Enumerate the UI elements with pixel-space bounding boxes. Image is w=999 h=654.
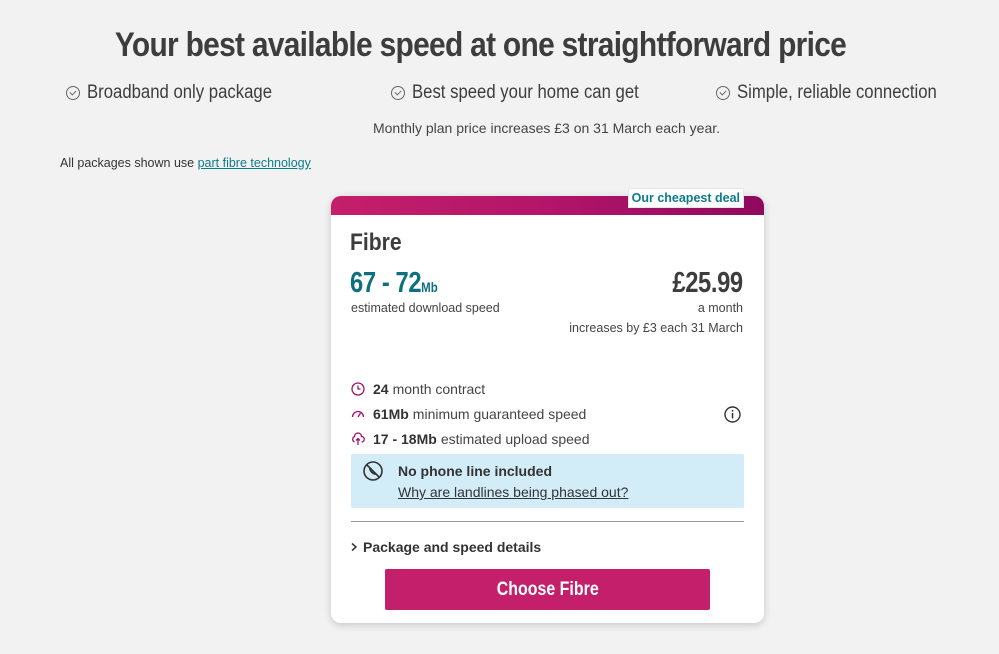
no-phone-icon bbox=[363, 461, 383, 481]
speed-unit: Mb bbox=[421, 279, 438, 295]
check-circle-icon bbox=[716, 86, 730, 100]
package-details-toggle[interactable]: Package and speed details bbox=[349, 539, 541, 555]
speed-range: 67 - 72 bbox=[350, 267, 422, 299]
info-icon[interactable] bbox=[724, 406, 741, 423]
part-fibre-technology-link[interactable]: part fibre technology bbox=[198, 156, 311, 170]
speed-label: estimated download speed bbox=[351, 301, 500, 315]
spec-text: minimum guaranteed speed bbox=[412, 406, 587, 422]
divider bbox=[351, 521, 744, 522]
check-circle-icon bbox=[66, 86, 80, 100]
spec-contract: 24 month contract bbox=[351, 381, 485, 397]
technology-disclaimer: All packages shown use part fibre techno… bbox=[60, 156, 311, 170]
details-label: Package and speed details bbox=[363, 539, 542, 555]
spec-guaranteed-speed: 61Mb minimum guaranteed speed bbox=[351, 406, 586, 422]
feature-label: Best speed your home can get bbox=[412, 82, 639, 103]
spec-value: 61Mb bbox=[373, 406, 409, 422]
spec-text: month contract bbox=[392, 381, 486, 397]
download-speed: 67 - 72Mb bbox=[350, 267, 438, 300]
chevron-right-icon bbox=[351, 542, 358, 552]
feature-item: Simple, reliable connection bbox=[716, 82, 964, 104]
cloud-upload-icon bbox=[352, 432, 365, 445]
no-phone-line-notice: No phone line included Why are landlines… bbox=[351, 454, 744, 508]
feature-label: Broadband only package bbox=[87, 82, 272, 103]
no-phone-title: No phone line included bbox=[398, 463, 552, 479]
speedometer-icon bbox=[351, 410, 365, 418]
disclaimer-text: All packages shown use bbox=[60, 156, 198, 170]
spec-upload-speed: 17 - 18Mb estimated upload speed bbox=[351, 431, 589, 447]
spec-value: 17 - 18Mb bbox=[373, 431, 437, 447]
feature-item: Broadband only package bbox=[66, 82, 297, 104]
monthly-price: £25.99 bbox=[672, 267, 744, 299]
spec-text: estimated upload speed bbox=[440, 431, 590, 447]
price-increase-note: increases by £3 each 31 March bbox=[569, 321, 743, 335]
landlines-phased-out-link[interactable]: Why are landlines being phased out? bbox=[398, 484, 628, 500]
cheapest-deal-badge: Our cheapest deal bbox=[627, 188, 744, 208]
cta-label: Choose Fibre bbox=[496, 578, 599, 600]
spec-value: 24 bbox=[373, 381, 389, 397]
price-increase-notice: Monthly plan price increases £3 on 31 Ma… bbox=[372, 120, 721, 136]
check-circle-icon bbox=[391, 86, 405, 100]
fibre-package-card: Our cheapest deal Fibre 67 - 72Mb estima… bbox=[331, 188, 764, 623]
choose-fibre-button[interactable]: Choose Fibre bbox=[385, 569, 710, 610]
feature-label: Simple, reliable connection bbox=[737, 82, 937, 103]
price-period: a month bbox=[697, 301, 743, 315]
package-title: Fibre bbox=[350, 229, 402, 256]
feature-item: Best speed your home can get bbox=[391, 82, 670, 104]
clock-icon bbox=[351, 382, 365, 396]
page-headline: Your best available speed at one straigh… bbox=[114, 26, 847, 64]
